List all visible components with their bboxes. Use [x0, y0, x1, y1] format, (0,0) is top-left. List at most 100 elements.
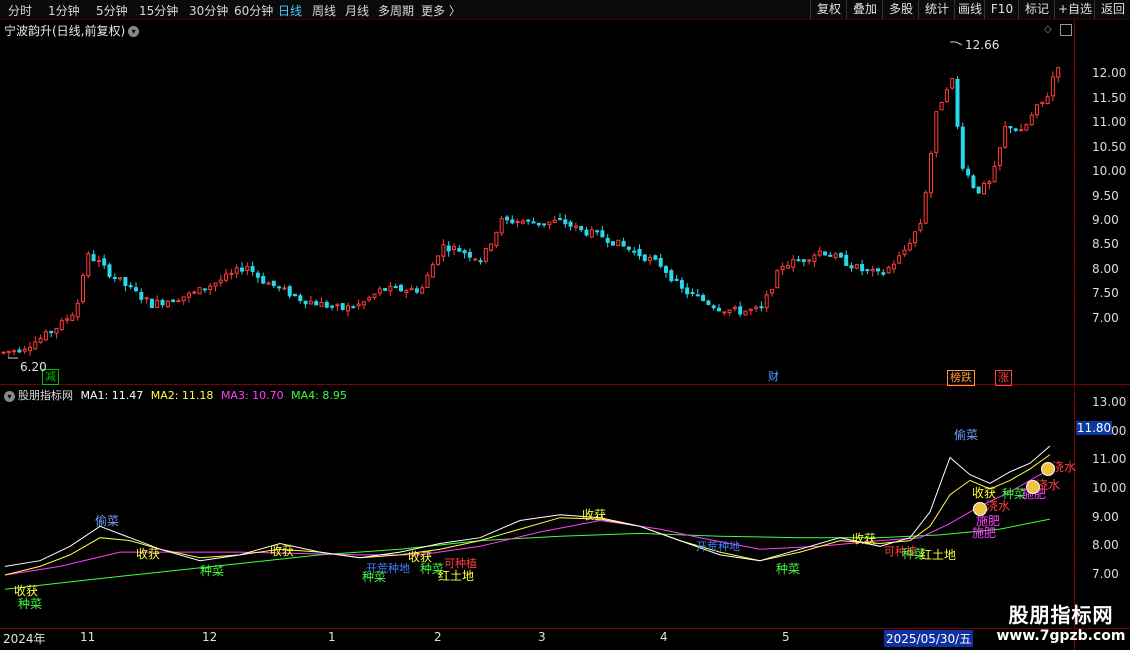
candle-body	[293, 293, 297, 297]
candle-body	[711, 305, 716, 309]
period-more[interactable]: 更多 〉	[421, 2, 461, 19]
stats-button[interactable]: 统计	[918, 0, 955, 19]
candle-body	[685, 287, 690, 295]
candle-body	[266, 282, 271, 285]
period-1min[interactable]: 1分钟	[48, 2, 80, 19]
price-tick: 9.50	[1092, 188, 1119, 203]
candle-body	[340, 303, 345, 310]
high-price-label: 12.66	[965, 38, 1000, 52]
back-button[interactable]: 返回	[1094, 0, 1130, 19]
axis-divider	[1074, 20, 1075, 650]
candle-body	[102, 258, 107, 266]
candle-body	[298, 295, 303, 302]
add-watchlist-button[interactable]: +自选	[1054, 0, 1095, 19]
price-tick: 9.00	[1092, 213, 1119, 228]
candle-body	[679, 280, 684, 289]
candle-body	[234, 267, 239, 274]
ann-shifei: 施肥	[972, 526, 997, 540]
period-60min[interactable]: 60分钟	[234, 2, 273, 19]
multi-stock-button[interactable]: 多股	[882, 0, 919, 19]
period-fenshi[interactable]: 分时	[8, 2, 32, 19]
badge-limit-up[interactable]: 涨	[995, 370, 1012, 386]
date-label: 3	[538, 630, 546, 644]
candle-body	[6, 350, 11, 353]
date-label: 12	[202, 630, 218, 644]
candle-body	[801, 259, 806, 263]
period-weekly[interactable]: 周线	[312, 2, 336, 19]
candle-body	[785, 265, 790, 269]
candle-body	[144, 297, 149, 300]
candle-body	[139, 292, 144, 300]
candle-body	[854, 264, 859, 269]
period-multi[interactable]: 多周期	[378, 2, 414, 19]
ann-shouhuo: 收获	[852, 532, 877, 546]
candle-body	[611, 241, 615, 246]
candle-body	[70, 314, 75, 321]
period-30min[interactable]: 30分钟	[189, 2, 228, 19]
candle-body	[897, 255, 902, 264]
ann-kaihuang: 开荒种地	[696, 540, 740, 553]
candle-body	[86, 253, 91, 277]
candle-body	[510, 219, 515, 224]
candle-body	[1056, 67, 1061, 78]
draw-button[interactable]: 画线	[954, 0, 985, 19]
candle-body	[420, 287, 425, 294]
badge-finance[interactable]: 财	[766, 370, 781, 384]
money-bag-icon	[1026, 480, 1040, 494]
period-5min[interactable]: 5分钟	[96, 2, 128, 19]
candle-body	[1, 351, 6, 354]
candle-body	[520, 220, 525, 224]
candle-body	[22, 348, 27, 352]
main-price-axis: 12.00 11.50 11.00 10.50 10.00 9.50 9.00 8.50 8.0…	[1078, 20, 1128, 384]
ann-jiaoshui: 浇水	[986, 499, 1011, 513]
candle-body	[346, 305, 350, 312]
price-tick: 11.50	[1092, 90, 1127, 105]
candle-body	[923, 192, 928, 224]
candle-body	[171, 299, 176, 303]
ann-shouhuo: 收获	[582, 508, 607, 522]
candle-body	[759, 306, 764, 309]
candle-body	[91, 254, 96, 262]
f10-button[interactable]: F10	[984, 0, 1019, 19]
fuquan-button[interactable]: 复权	[810, 0, 847, 19]
candle-body	[197, 287, 202, 295]
candle-body	[748, 308, 753, 312]
candle-body	[17, 349, 22, 353]
price-tick: 10.50	[1092, 139, 1127, 154]
mark-button[interactable]: 标记	[1018, 0, 1055, 19]
badge-rank-down[interactable]: 榜跌	[947, 370, 975, 386]
candle-body	[414, 288, 419, 293]
candle-body	[118, 277, 123, 280]
candle-body	[1029, 114, 1034, 126]
candle-body	[870, 269, 875, 272]
candle-body	[621, 240, 626, 247]
period-15min[interactable]: 15分钟	[139, 2, 178, 19]
candle-body	[955, 78, 960, 127]
candle-body	[319, 302, 324, 307]
candle-body	[701, 295, 706, 302]
candle-body	[865, 269, 870, 272]
candle-body	[918, 223, 923, 231]
candle-body	[648, 257, 653, 261]
candle-body	[462, 250, 467, 254]
candle-body	[907, 242, 912, 251]
watermark-url: www.7gpzb.com	[996, 628, 1126, 644]
candle-body	[860, 264, 865, 272]
date-label: 5	[782, 630, 790, 644]
candle-body	[324, 301, 329, 308]
period-daily[interactable]: 日线	[278, 2, 302, 19]
candle-body	[134, 287, 138, 292]
overlay-button[interactable]: 叠加	[846, 0, 883, 19]
candle-body	[881, 272, 886, 275]
indicator-tick: 8.00	[1092, 538, 1119, 553]
candle-body	[255, 272, 260, 278]
candle-body	[738, 306, 743, 315]
date-axis-line	[0, 628, 1130, 629]
indicator-chart	[0, 402, 1074, 590]
ann-toucai: 偷菜	[954, 428, 979, 442]
indicator-tick: 11.00	[1092, 452, 1127, 467]
ann-hongtudi: 红土地	[920, 548, 957, 562]
candle-body	[38, 338, 43, 343]
period-monthly[interactable]: 月线	[345, 2, 369, 19]
candle-body	[372, 293, 377, 299]
